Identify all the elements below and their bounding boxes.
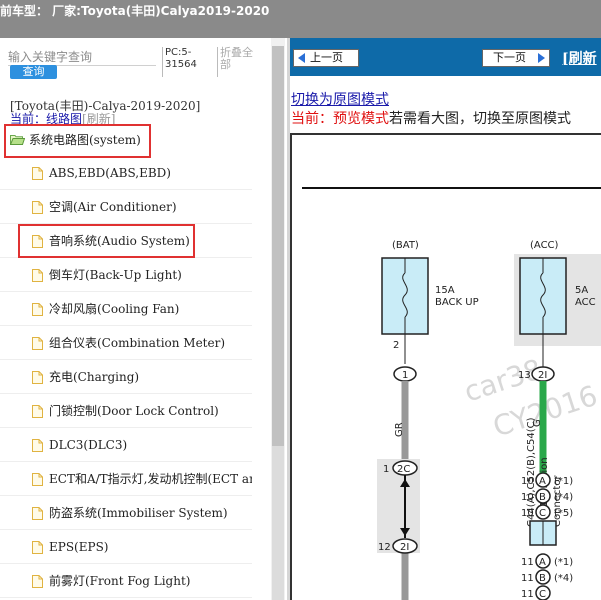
- node-a-top-label: A: [539, 476, 546, 487]
- connector-2i-label: 2I: [400, 542, 409, 553]
- node-b-top-label: B: [539, 492, 546, 503]
- acc-label: (ACC): [530, 240, 559, 251]
- pin-12-label: 12: [378, 542, 391, 553]
- prev-page-label: 上一页: [310, 51, 343, 64]
- file-icon: [32, 201, 43, 214]
- tree-item-label: 冷却风扇(Cooling Fan): [49, 302, 180, 316]
- wiring-diagram-frame: car38 CY2016 (BAT) 15A BACK UP 2 1 GR 2C…: [290, 133, 601, 600]
- viewer-refresh-link[interactable]: [刷新: [562, 48, 597, 68]
- viewer-nav-bar: 上一页 下一页 [刷新: [290, 38, 601, 76]
- tree-item-dlc3[interactable]: DLC3(DLC3): [0, 428, 252, 462]
- pin-1-label: 1: [383, 464, 389, 475]
- pin-11-a-label: 11: [521, 557, 534, 568]
- file-icon: [32, 371, 43, 384]
- pin-11-b-label: 11: [521, 573, 534, 584]
- tree-item-label: 门锁控制(Door Lock Control): [49, 404, 219, 418]
- bat-label: (BAT): [392, 240, 419, 251]
- tree-item-door-lock-control[interactable]: 门锁控制(Door Lock Control): [0, 394, 252, 428]
- tree-item-immobiliser[interactable]: 防盗系统(Immobiliser System): [0, 496, 252, 530]
- vehicle-title: 前车型： 厂家:Toyota(丰田)Calya2019-2020: [0, 4, 270, 18]
- pin-10-c-label: 10: [521, 508, 534, 519]
- mode-current-label: 当前：: [291, 111, 333, 127]
- top-bar: 前车型： 厂家:Toyota(丰田)Calya2019-2020: [0, 0, 601, 38]
- search-button[interactable]: 查询: [10, 65, 57, 79]
- highlight-box-audio: [18, 224, 195, 258]
- tree-items: ABS,EBD(ABS,EBD) 空调(Air Conditioner) 音响系…: [0, 156, 270, 598]
- next-page-button[interactable]: 下一页: [482, 49, 550, 67]
- tree-item-label: DLC3(DLC3): [49, 438, 128, 452]
- tree-item-label: EPS(EPS): [49, 540, 109, 554]
- wire-gr-label: GR: [394, 422, 405, 437]
- mode-name: 预览模式: [333, 111, 389, 127]
- pin-13-label: 13: [518, 370, 531, 381]
- tree-item-abs[interactable]: ABS,EBD(ABS,EBD): [0, 156, 252, 190]
- file-icon: [32, 473, 43, 486]
- note-1-bottom: (*1): [554, 557, 573, 568]
- tree-item-label: 前雾灯(Front Fog Light): [49, 574, 191, 588]
- file-icon: [32, 507, 43, 520]
- file-icon: [32, 167, 43, 180]
- mode-hint: 若需看大图，切换至原图模式: [389, 111, 571, 127]
- pc-id: PC:5-31564: [162, 47, 206, 77]
- tree-item-label: 空调(Air Conditioner): [49, 200, 177, 214]
- note-5-top: (*5): [554, 508, 573, 519]
- mode-status: 当前：预览模式若需看大图，切换至原图模式: [291, 108, 571, 128]
- tree-item-label: 充电(Charging): [49, 370, 140, 384]
- tree-item-charging[interactable]: 充电(Charging): [0, 360, 252, 394]
- pin-11-c-label: 11: [521, 589, 534, 600]
- file-icon: [32, 303, 43, 316]
- file-icon: [32, 337, 43, 350]
- tree-item-label: 组合仪表(Combination Meter): [49, 336, 226, 350]
- prev-page-button[interactable]: 上一页: [293, 49, 359, 67]
- scrollbar-track: [272, 446, 284, 600]
- node-c-bottom-label: C: [539, 589, 546, 600]
- switch-original-mode-link[interactable]: 切换为原图模式: [291, 89, 389, 109]
- file-icon: [32, 575, 43, 588]
- connector-2i-acc-label: 2I: [538, 370, 547, 381]
- file-icon: [32, 405, 43, 418]
- note-4-bottom: (*4): [554, 573, 573, 584]
- tree-item-cooling-fan[interactable]: 冷却风扇(Cooling Fan): [0, 292, 252, 326]
- tree-item-air-conditioner[interactable]: 空调(Air Conditioner): [0, 190, 252, 224]
- tree-item-label: ABS,EBD(ABS,EBD): [49, 166, 171, 180]
- tree-item-ect[interactable]: ECT和A/T指示灯,发动机控制(ECT and: [0, 462, 252, 496]
- arrow-left-icon: [298, 53, 305, 63]
- tree-item-label: 倒车灯(Back-Up Light): [49, 268, 182, 282]
- note-1-top: (*1): [554, 476, 573, 487]
- connector-2c-label: 2C: [397, 464, 410, 475]
- diagram-viewer: 上一页 下一页 [刷新 切换为原图模式 当前：预览模式若需看大图，切换至原图模式…: [290, 38, 601, 600]
- search-input[interactable]: [8, 48, 156, 66]
- arrow-right-icon: [538, 53, 545, 63]
- tree-item-combination-meter[interactable]: 组合仪表(Combination Meter): [0, 326, 252, 360]
- tree-item-front-fog-light[interactable]: 前雾灯(Front Fog Light): [0, 564, 252, 598]
- tree-item-label: ECT和A/T指示灯,发动机控制(ECT and: [49, 472, 252, 486]
- collapse-all-button[interactable]: 折叠全部: [217, 47, 261, 77]
- connector-1-label: 1: [402, 370, 408, 381]
- pin-10-a-label: 10: [521, 476, 534, 487]
- fuse-backup-name: BACK UP: [435, 297, 479, 308]
- scrollbar-thumb[interactable]: [272, 46, 284, 446]
- fuse-backup-amp: 15A: [435, 285, 455, 296]
- node-b-bottom-label: B: [539, 573, 546, 584]
- pin-2-label: 2: [393, 340, 399, 351]
- file-icon: [32, 439, 43, 452]
- fuse-acc-amp: 5A: [575, 285, 588, 296]
- note-4-top: (*4): [554, 492, 573, 503]
- file-icon: [32, 541, 43, 554]
- sidebar-scrollbar[interactable]: [271, 38, 285, 600]
- node-c-top-label: C: [539, 508, 546, 519]
- pin-10-b-label: 10: [521, 492, 534, 503]
- file-icon: [32, 269, 43, 282]
- highlight-box-root: [4, 124, 151, 158]
- node-a-bottom-label: A: [539, 557, 546, 568]
- tree-item-back-up-light[interactable]: 倒车灯(Back-Up Light): [0, 258, 252, 292]
- fuse-acc-name: ACC: [575, 297, 596, 308]
- tree-item-eps[interactable]: EPS(EPS): [0, 530, 252, 564]
- sidebar: 查询 PC:5-31564 折叠全部 [Toyota(丰田)-Calya-201…: [0, 38, 287, 600]
- next-page-label: 下一页: [493, 51, 526, 64]
- wiring-diagram: car38 CY2016 (BAT) 15A BACK UP 2 1 GR 2C…: [302, 187, 601, 600]
- tree-item-label: 防盗系统(Immobiliser System): [49, 506, 228, 520]
